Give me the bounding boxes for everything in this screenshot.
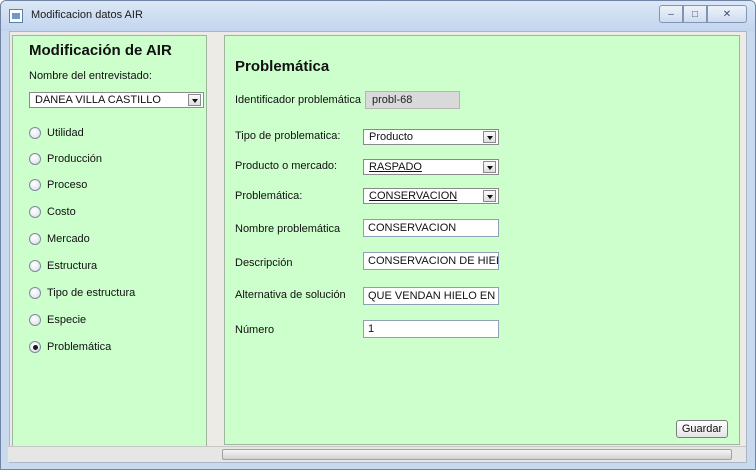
tipo-value: Producto <box>369 131 414 143</box>
radio-icon <box>29 314 41 326</box>
tipo-select[interactable]: Producto <box>363 129 499 145</box>
radio-problematica[interactable]: Problemática <box>29 339 111 355</box>
close-button[interactable]: ✕ <box>707 5 747 23</box>
minimize-icon: – <box>668 8 674 20</box>
interviewee-select[interactable]: DANEA VILLA CASTILLO <box>29 92 204 108</box>
form-title: Problemática <box>235 58 330 75</box>
alternativa-label: Alternativa de solución <box>235 289 346 301</box>
tipo-label: Tipo de problematica: <box>235 130 341 142</box>
producto-value: RASPADO <box>369 161 422 173</box>
radio-icon <box>29 233 41 245</box>
radio-icon <box>29 127 41 139</box>
radio-mercado[interactable]: Mercado <box>29 231 90 247</box>
radio-label: Utilidad <box>47 127 84 139</box>
radio-icon <box>29 287 41 299</box>
save-button[interactable]: Guardar <box>676 420 728 438</box>
radio-icon <box>29 206 41 218</box>
radio-icon <box>29 260 41 272</box>
radio-especie[interactable]: Especie <box>29 312 86 328</box>
descripcion-input[interactable]: CONSERVACION DE HIELO <box>363 252 499 270</box>
nombre-input[interactable]: CONSERVACION <box>363 219 499 237</box>
producto-select[interactable]: RASPADO <box>363 159 499 175</box>
window-title: Modificacion datos AIR <box>31 9 143 21</box>
chevron-down-icon[interactable] <box>188 94 201 106</box>
alternativa-input[interactable]: QUE VENDAN HIELO EN SC <box>363 287 499 305</box>
maximize-button[interactable]: □ <box>683 5 707 23</box>
interviewee-value: DANEA VILLA CASTILLO <box>35 94 161 106</box>
close-icon: ✕ <box>722 8 732 20</box>
problematica-label: Problemática: <box>235 190 303 202</box>
radio-estructura[interactable]: Estructura <box>29 258 97 274</box>
chevron-down-icon[interactable] <box>483 190 496 202</box>
title-bar[interactable]: Modificacion datos AIR – □ ✕ <box>1 1 755 31</box>
form-panel: Problemática Identificador problemática … <box>224 35 740 445</box>
radio-label: Problemática <box>47 341 112 353</box>
identificador-label: Identificador problemática <box>235 94 361 106</box>
radio-costo[interactable]: Costo <box>29 204 76 220</box>
navigation-panel: Modificación de AIR Nombre del entrevist… <box>12 35 207 462</box>
numero-input[interactable]: 1 <box>363 320 499 338</box>
maximize-icon: □ <box>691 8 699 20</box>
chevron-down-icon[interactable] <box>483 131 496 143</box>
radio-produccion[interactable]: Producción <box>29 151 102 167</box>
radio-icon <box>29 179 41 191</box>
nombre-label: Nombre problemática <box>235 223 341 235</box>
radio-tipo-estructura[interactable]: Tipo de estructura <box>29 285 135 301</box>
panel-title: Modificación de AIR <box>29 42 172 59</box>
problematica-select[interactable]: CONSERVACION <box>363 188 499 204</box>
descripcion-label: Descripción <box>235 257 293 269</box>
chevron-down-icon[interactable] <box>483 161 496 173</box>
radio-label: Especie <box>47 314 87 326</box>
radio-label: Producción <box>47 153 103 165</box>
scrollbar-thumb[interactable] <box>222 449 732 460</box>
radio-proceso[interactable]: Proceso <box>29 177 87 193</box>
problematica-value: CONSERVACION <box>369 190 458 202</box>
java-cup-icon <box>9 9 23 23</box>
horizontal-scrollbar[interactable] <box>8 446 746 462</box>
identificador-field: probl-68 <box>365 91 460 109</box>
radio-selected-icon <box>29 341 41 353</box>
radio-label: Costo <box>47 206 76 218</box>
radio-label: Tipo de estructura <box>47 287 136 299</box>
radio-label: Estructura <box>47 260 98 272</box>
numero-label: Número <box>235 324 275 336</box>
minimize-button[interactable]: – <box>659 5 683 23</box>
producto-label: Producto o mercado: <box>235 160 338 172</box>
interviewee-label: Nombre del entrevistado: <box>29 70 152 82</box>
radio-label: Mercado <box>47 233 90 245</box>
radio-utilidad[interactable]: Utilidad <box>29 125 84 141</box>
radio-icon <box>29 153 41 165</box>
radio-label: Proceso <box>47 179 88 191</box>
